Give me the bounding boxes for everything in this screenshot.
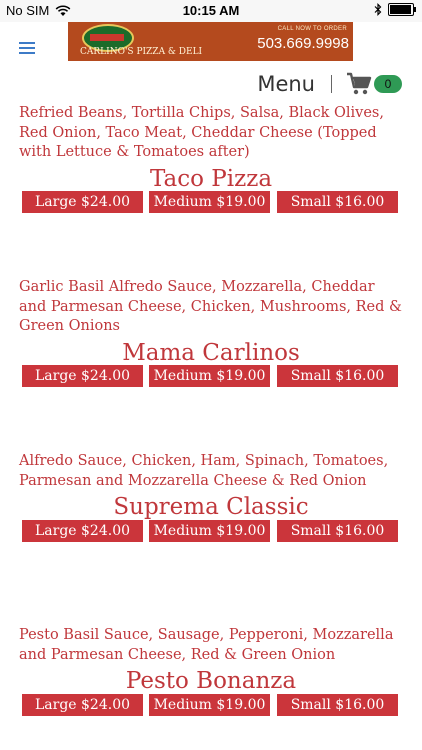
battery-level: [390, 5, 411, 14]
medium-price-button[interactable]: Medium $19.00: [149, 365, 270, 387]
item-description: Pesto Basil Sauce, Sausage, Pepperoni, M…: [19, 627, 394, 663]
battery-icon: [388, 3, 416, 16]
hamburger-line: [19, 52, 35, 54]
small-price-button[interactable]: Small $16.00: [277, 694, 398, 716]
hamburger-line: [19, 47, 35, 49]
menu-title[interactable]: Menu: [257, 72, 315, 96]
hamburger-line: [19, 42, 35, 44]
menu-divider: [331, 75, 332, 93]
status-time: 10:15 AM: [182, 3, 240, 18]
item-name: Suprema Classic: [113, 494, 309, 520]
menu-bar: Menu 0: [257, 72, 402, 96]
item-name: Taco Pizza: [149, 166, 273, 192]
small-price-button[interactable]: Small $16.00: [277, 191, 398, 213]
large-price-button[interactable]: Large $24.00: [22, 694, 143, 716]
hamburger-menu-icon[interactable]: [19, 42, 35, 54]
medium-price-button[interactable]: Medium $19.00: [149, 191, 270, 213]
medium-price-button[interactable]: Medium $19.00: [149, 520, 270, 542]
phone-number[interactable]: 503.669.9998: [257, 35, 349, 52]
bluetooth-icon: [374, 3, 382, 16]
call-now-text: CALL NOW TO ORDER: [277, 26, 347, 32]
cart-count-badge[interactable]: 0: [374, 75, 402, 93]
small-price-button[interactable]: Small $16.00: [277, 365, 398, 387]
small-price-button[interactable]: Small $16.00: [277, 520, 398, 542]
large-price-button[interactable]: Large $24.00: [22, 365, 143, 387]
logo-text: CARLINO'S PIZZA & DELI: [80, 47, 203, 57]
item-name: Pesto Bonanza: [125, 668, 297, 694]
cart-icon[interactable]: [346, 72, 372, 96]
item-description: Alfredo Sauce, Chicken, Ham, Spinach, To…: [19, 453, 389, 489]
item-description: Garlic Basil Alfredo Sauce, Mozzarella, …: [19, 279, 402, 335]
item-name: Mama Carlinos: [122, 340, 300, 366]
item-description: Refried Beans, Tortilla Chips, Salsa, Bl…: [19, 105, 384, 161]
header-banner[interactable]: CARLINO'S PIZZA & DELI CALL NOW TO ORDER…: [68, 22, 353, 61]
medium-price-button[interactable]: Medium $19.00: [149, 694, 270, 716]
status-bar: No SIM 10:15 AM: [0, 0, 422, 22]
large-price-button[interactable]: Large $24.00: [22, 191, 143, 213]
status-right: [374, 3, 416, 16]
large-price-button[interactable]: Large $24.00: [22, 520, 143, 542]
